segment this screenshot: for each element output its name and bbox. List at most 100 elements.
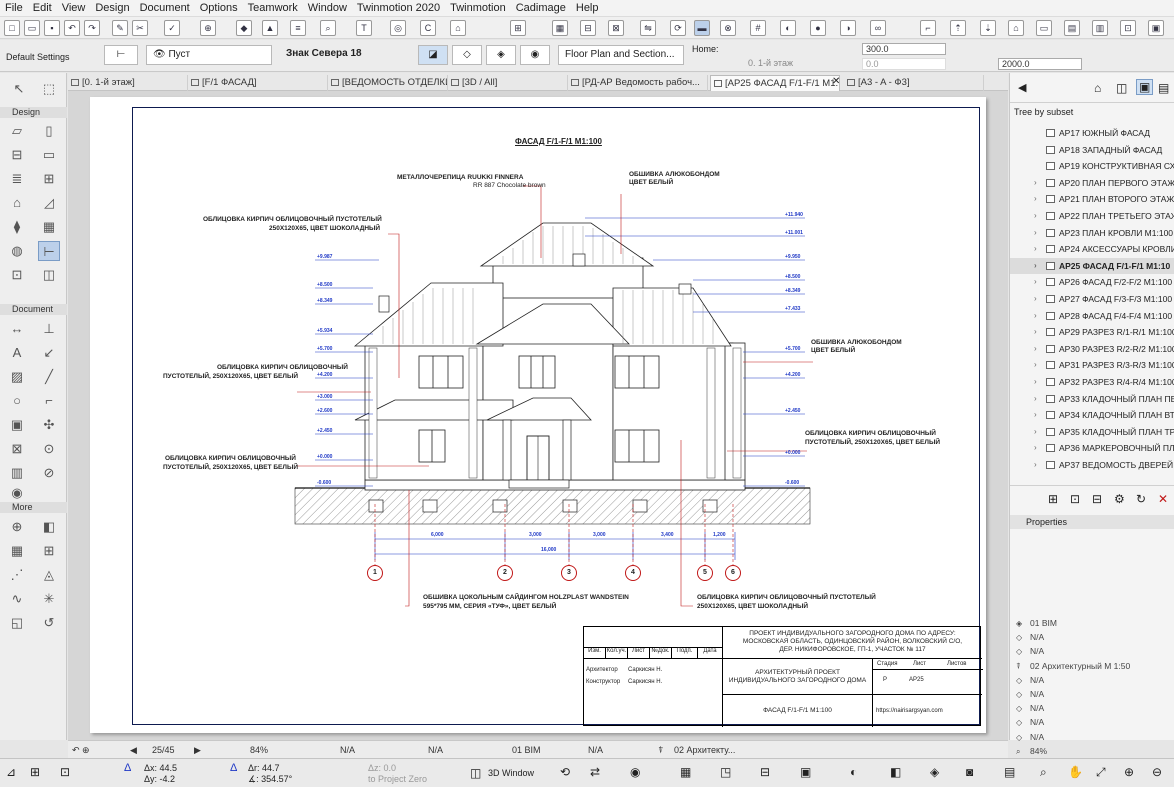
section-icon[interactable]: ▭ bbox=[1036, 20, 1052, 36]
rotate-icon[interactable]: ⟳ bbox=[670, 20, 686, 36]
expand-arrow-icon[interactable]: › bbox=[1034, 191, 1037, 207]
menu-help[interactable]: Help bbox=[571, 0, 604, 17]
detail-icon[interactable]: ⊡ bbox=[1120, 20, 1136, 36]
trace-icon[interactable]: ▬ bbox=[694, 20, 710, 36]
tree-subset-header[interactable]: Tree by subset bbox=[1014, 107, 1073, 117]
magic-wand-icon[interactable]: ✎ bbox=[112, 20, 128, 36]
arrow-tool-icon[interactable]: ↖ bbox=[8, 79, 30, 99]
navigator-item[interactable]: › AP27 ФАСАД F/3-F/3 M1:100 bbox=[1010, 291, 1174, 307]
navigator-item[interactable]: › AP33 КЛАДОЧНЫЙ ПЛАН ПЕ bbox=[1010, 391, 1174, 407]
figure-tool-icon[interactable]: ✣ bbox=[38, 415, 60, 435]
property-row[interactable]: ◇ N/A bbox=[1014, 731, 1174, 744]
expand-arrow-icon[interactable]: › bbox=[1034, 440, 1037, 456]
menu-twinmotion[interactable]: Twinmotion bbox=[445, 0, 511, 17]
navigator-item[interactable]: AP19 КОНСТРУКТИВНАЯ СХЕ bbox=[1010, 158, 1174, 174]
navigator-item[interactable]: AP17 ЮЖНЫЙ ФАСАД bbox=[1010, 125, 1174, 141]
polyline-tool-icon[interactable]: ⌐ bbox=[38, 391, 60, 411]
interior-elevation-tool-icon[interactable]: ◱ bbox=[6, 613, 28, 633]
new-icon[interactable]: □ bbox=[4, 20, 20, 36]
navigator-item[interactable]: › AP28 ФАСАД F/4-F/4 M1:100 bbox=[1010, 308, 1174, 324]
pointer-snap-icon[interactable]: ✓ bbox=[164, 20, 180, 36]
twinmotion-link-icon[interactable]: ◎ bbox=[390, 20, 406, 36]
navigator-back-icon[interactable]: ◀ bbox=[1018, 81, 1026, 94]
group-icon[interactable]: ▦ bbox=[552, 20, 568, 36]
menu-file[interactable]: File bbox=[0, 0, 28, 17]
menu-document[interactable]: Document bbox=[135, 0, 195, 17]
fit-window-icon[interactable]: ⤢ bbox=[1096, 766, 1106, 778]
property-row[interactable]: ◇ N/A bbox=[1014, 716, 1174, 729]
layout-book-icon[interactable]: ▣ bbox=[1136, 79, 1154, 95]
light-tool-icon[interactable]: ✳ bbox=[38, 589, 60, 609]
expand-arrow-icon[interactable]: › bbox=[1034, 424, 1037, 440]
height-field[interactable]: 300.0 bbox=[862, 43, 946, 55]
tab-finishing-schedule[interactable]: [ВЕДОМОСТЬ ОТДЕЛКИ ... bbox=[328, 75, 448, 91]
window-tool-icon[interactable]: ⊞ bbox=[38, 541, 60, 561]
zone-tool-icon[interactable]: ◫ bbox=[38, 265, 60, 285]
railing-tool-icon[interactable]: ⊞ bbox=[38, 169, 60, 189]
stair-tool-icon[interactable]: ≣ bbox=[6, 169, 28, 189]
refresh-icon[interactable]: ↻ bbox=[1136, 492, 1146, 506]
pen-set[interactable]: 02 Архитекту... bbox=[674, 743, 735, 757]
cut-icon[interactable]: ✂ bbox=[132, 20, 148, 36]
3d-window-icon[interactable]: ◫ bbox=[470, 767, 481, 779]
shell-tool-icon[interactable]: ◿ bbox=[38, 193, 60, 213]
zoom-in-icon[interactable]: ⊕ bbox=[1124, 766, 1134, 778]
orbit-icon[interactable]: ⟲ bbox=[560, 766, 570, 778]
expand-arrow-icon[interactable]: › bbox=[1034, 225, 1037, 241]
open-icon[interactable]: ▭ bbox=[24, 20, 40, 36]
curtain-wall-tool-icon[interactable]: ▦ bbox=[38, 217, 60, 237]
elevation-icon[interactable]: ≡ bbox=[290, 20, 306, 36]
story-up-icon[interactable]: ⇡ bbox=[950, 20, 966, 36]
undo-zoom-icon[interactable]: ↶ ⊕ bbox=[72, 743, 90, 757]
label-tool-icon[interactable]: ↙ bbox=[38, 343, 60, 363]
property-row[interactable]: ◇ N/A bbox=[1014, 631, 1174, 644]
settings-icon[interactable]: ⚙ bbox=[1114, 492, 1125, 506]
prev-page-icon[interactable]: ◀ bbox=[130, 743, 137, 757]
document-section[interactable]: Document bbox=[0, 304, 67, 315]
property-row[interactable]: ⌕ 84% bbox=[1014, 745, 1174, 758]
grid-snap-icon[interactable]: ⊞ bbox=[30, 766, 40, 778]
more-section[interactable]: More bbox=[0, 502, 67, 513]
section-plane-icon[interactable]: ⊟ bbox=[760, 766, 770, 778]
expand-arrow-icon[interactable]: › bbox=[1034, 308, 1037, 324]
new-master-icon[interactable]: ⊡ bbox=[1070, 492, 1080, 506]
properties-header[interactable]: Properties bbox=[1010, 515, 1174, 529]
tab-a3[interactable]: [A3 - A - Ф3] bbox=[844, 75, 984, 91]
view-map-icon[interactable]: ◫ bbox=[1116, 81, 1127, 95]
lamp-tool-icon[interactable]: ◬ bbox=[38, 565, 60, 585]
expand-arrow-icon[interactable]: › bbox=[1034, 407, 1037, 423]
delta-y[interactable]: Δy: -4.2 bbox=[144, 774, 175, 784]
plan-icon[interactable]: ⌂ bbox=[1008, 20, 1024, 36]
align-icon[interactable]: ⊟ bbox=[580, 20, 596, 36]
camera-icon[interactable]: ◙ bbox=[966, 766, 973, 778]
camera-tool-icon[interactable]: ◧ bbox=[38, 517, 60, 537]
distribute-icon[interactable]: ⊠ bbox=[608, 20, 624, 36]
new-subset-icon[interactable]: ⊟ bbox=[1092, 492, 1102, 506]
marker-symbol-button[interactable]: ◪ bbox=[418, 45, 448, 65]
elevation-view-icon[interactable]: ▤ bbox=[1064, 20, 1080, 36]
line-tool-icon[interactable]: ╱ bbox=[38, 367, 60, 387]
menu-view[interactable]: View bbox=[57, 0, 91, 17]
menu-edit[interactable]: Edit bbox=[28, 0, 57, 17]
navigator-item[interactable]: AP18 ЗАПАДНЫЙ ФАСАД bbox=[1010, 142, 1174, 158]
tab-floor-1[interactable]: [0. 1-й этаж] bbox=[68, 75, 188, 91]
3d-style-icon[interactable]: ◈ bbox=[930, 766, 939, 778]
detail-tool-icon[interactable]: ⊙ bbox=[38, 439, 60, 459]
radial-dimension-tool-icon[interactable]: ↺ bbox=[38, 613, 60, 633]
display-icon[interactable]: ◑ bbox=[840, 20, 856, 36]
layer-icon[interactable]: ◆ bbox=[236, 20, 252, 36]
publisher-icon[interactable]: ▤ bbox=[1158, 81, 1169, 95]
skylight-tool-icon[interactable]: ⧫ bbox=[6, 217, 28, 237]
pen-set-icon[interactable]: ⍒ bbox=[658, 743, 663, 757]
twinmotion-sync-icon[interactable]: T bbox=[356, 20, 372, 36]
expand-arrow-icon[interactable]: › bbox=[1034, 324, 1037, 340]
delta-x[interactable]: Δx: 44.5 bbox=[144, 763, 177, 773]
zoom-icon[interactable]: ⌕ bbox=[320, 20, 336, 36]
tab-facade[interactable]: [F/1 ФАСАД] bbox=[188, 75, 328, 91]
worksheet-tool-icon[interactable]: ▥ bbox=[6, 463, 28, 483]
expand-arrow-icon[interactable]: › bbox=[1034, 208, 1037, 224]
measure-icon[interactable]: ⌐ bbox=[920, 20, 936, 36]
marker-name-field[interactable]: Знак Севера 18 bbox=[280, 45, 410, 65]
expand-arrow-icon[interactable]: › bbox=[1034, 291, 1037, 307]
spline-tool-icon[interactable]: ◉ bbox=[6, 483, 28, 503]
